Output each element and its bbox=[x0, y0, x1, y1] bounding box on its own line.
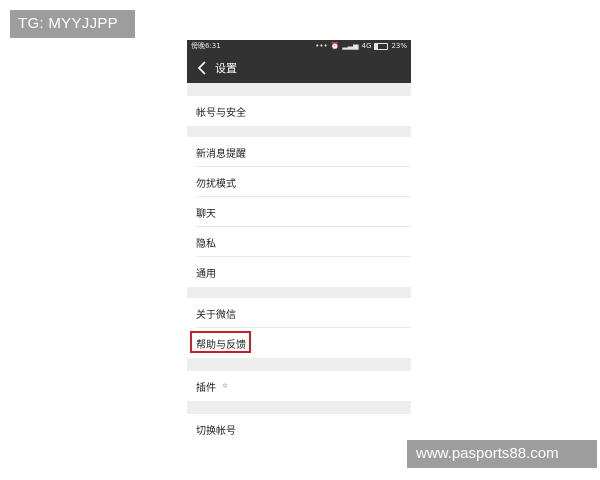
page-title: 设置 bbox=[215, 62, 237, 75]
battery-level-fill bbox=[375, 44, 379, 49]
settings-item-label: 聊天 bbox=[196, 208, 216, 220]
section-separator bbox=[187, 126, 411, 137]
chevron-left-icon[interactable] bbox=[191, 53, 213, 83]
settings-item-do-not-disturb[interactable]: 勿扰模式 bbox=[187, 167, 411, 197]
battery-percent: 23% bbox=[391, 42, 407, 50]
section-separator bbox=[187, 287, 411, 298]
network-type: 4G bbox=[361, 42, 372, 50]
telegram-watermark-badge: TG: MYYJJPP bbox=[10, 10, 135, 38]
navigation-bar: 设置 bbox=[187, 53, 411, 83]
settings-item-about[interactable]: 关于微信 bbox=[187, 298, 411, 328]
status-icons: ••• ⏰ ▂▃▅ 4G 23% bbox=[315, 40, 407, 53]
more-dots-icon: ••• bbox=[315, 42, 328, 50]
settings-item-chats[interactable]: 聊天 bbox=[187, 197, 411, 227]
status-time: 傍晚6:31 bbox=[191, 42, 221, 50]
settings-item-help-feedback[interactable]: 帮助与反馈 bbox=[187, 328, 411, 358]
settings-item-label: 勿扰模式 bbox=[196, 178, 236, 190]
settings-item-label: 插件 bbox=[196, 382, 216, 394]
signal-icon: ▂▃▅ bbox=[342, 42, 359, 50]
website-watermark-badge: www.pasports88.com bbox=[407, 440, 597, 468]
section-separator bbox=[187, 83, 411, 96]
settings-item-new-message-notifications[interactable]: 新消息提醒 bbox=[187, 137, 411, 167]
settings-item-label: 隐私 bbox=[196, 238, 216, 250]
settings-item-label: 关于微信 bbox=[196, 309, 236, 321]
settings-item-account-security[interactable]: 帐号与安全 bbox=[187, 96, 411, 126]
battery-icon bbox=[374, 43, 389, 50]
settings-item-label: 通用 bbox=[196, 268, 216, 280]
settings-item-label: 帮助与反馈 bbox=[196, 339, 246, 351]
phone-screen: 傍晚6:31 ••• ⏰ ▂▃▅ 4G 23% 设置 帐号与安全 新消息提醒 勿… bbox=[187, 40, 411, 440]
section-separator bbox=[187, 401, 411, 414]
settings-item-plugins[interactable]: 插件 ✲ bbox=[187, 371, 411, 401]
settings-item-general[interactable]: 通用 bbox=[187, 257, 411, 287]
screenshot-page: TG: MYYJJPP 傍晚6:31 ••• ⏰ ▂▃▅ 4G 23% 设置 帐… bbox=[0, 0, 600, 480]
badge-icon: ✲ bbox=[222, 382, 228, 390]
settings-item-label: 帐号与安全 bbox=[196, 107, 246, 119]
status-bar: 傍晚6:31 ••• ⏰ ▂▃▅ 4G 23% bbox=[187, 40, 411, 53]
alarm-icon: ⏰ bbox=[330, 42, 340, 50]
settings-item-switch-account[interactable]: 切换帐号 bbox=[187, 414, 411, 440]
settings-item-label: 新消息提醒 bbox=[196, 148, 246, 160]
section-separator bbox=[187, 358, 411, 371]
settings-item-label: 切换帐号 bbox=[196, 425, 236, 437]
settings-item-privacy[interactable]: 隐私 bbox=[187, 227, 411, 257]
